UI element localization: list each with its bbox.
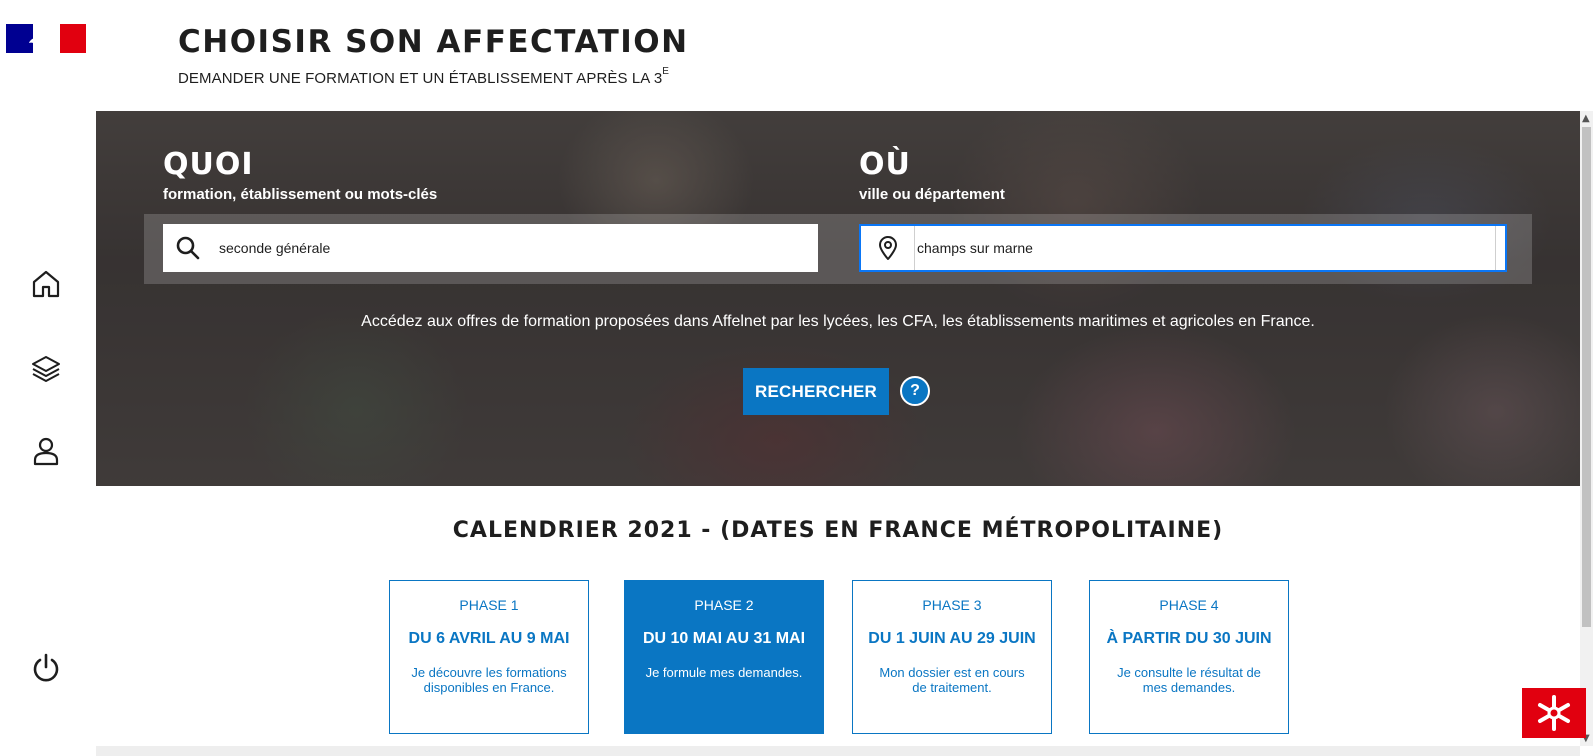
logo-red-band (59, 24, 86, 53)
phase-label: PHASE 2 (694, 597, 754, 613)
phase-card-1[interactable]: PHASE 1 DU 6 AVRIL AU 9 MAI Je découvre … (389, 580, 589, 734)
marianne-logo-icon (29, 30, 48, 49)
where-search-field[interactable] (859, 224, 1507, 272)
calendar-title: CALENDRIER 2021 - (DATES EN FRANCE MÉTRO… (452, 518, 1224, 543)
what-search-field[interactable] (163, 224, 818, 272)
what-title: QUOI (163, 147, 254, 182)
logo-blue-band (6, 24, 48, 53)
phase-dates: DU 10 MAI AU 31 MAI (642, 630, 806, 647)
scroll-up-icon[interactable]: ▲ (1582, 113, 1590, 124)
page-subtitle-sup: E (662, 66, 670, 77)
search-button[interactable]: RECHERCHER (743, 368, 889, 415)
where-field-end (1495, 226, 1505, 270)
page-subtitle-text: DEMANDER UNE FORMATION ET UN ÉTABLISSEME… (178, 70, 663, 87)
bottom-strip (96, 746, 1580, 756)
phase-card-3[interactable]: PHASE 3 DU 1 JUIN AU 29 JUIN Mon dossier… (852, 580, 1052, 734)
phase-description: Je consulte le résultat de mes demandes. (1117, 665, 1261, 695)
phase-card-4[interactable]: PHASE 4 À PARTIR DU 30 JUIN Je consulte … (1089, 580, 1289, 734)
phase-label: PHASE 1 (459, 597, 519, 613)
nav-home-button[interactable] (24, 262, 68, 306)
location-pin-icon (861, 226, 915, 270)
help-asterisk-icon (1538, 695, 1570, 731)
power-icon (33, 653, 59, 682)
what-subtitle: formation, établissement ou mots-clés (163, 186, 438, 203)
help-widget-button[interactable] (1522, 688, 1586, 738)
phase-dates: DU 1 JUIN AU 29 JUIN (868, 630, 1036, 647)
where-subtitle: ville ou département (859, 186, 1005, 203)
phase-description: Je découvre les formations disponibles e… (411, 665, 567, 695)
nav-account-button[interactable] (24, 429, 68, 473)
what-search-input[interactable] (213, 224, 818, 272)
search-hero-content: QUOI formation, établissement ou mots-cl… (96, 111, 1580, 486)
search-hero: QUOI formation, établissement ou mots-cl… (96, 111, 1580, 486)
search-icon (163, 224, 213, 272)
marianne-logo[interactable] (6, 24, 86, 53)
page-title: CHOISIR SON AFFECTATION (178, 24, 689, 60)
page-subtitle: DEMANDER UNE FORMATION ET UN ÉTABLISSEME… (178, 66, 670, 87)
phase-label: PHASE 3 (922, 597, 982, 613)
where-title: OÙ (859, 147, 911, 182)
scrollbar-thumb[interactable] (1582, 127, 1591, 627)
phase-dates: DU 6 AVRIL AU 9 MAI (408, 630, 570, 647)
phase-dates: À PARTIR DU 30 JUIN (1106, 630, 1272, 647)
phase-description: Mon dossier est en cours de traitement. (879, 665, 1025, 695)
search-help-button[interactable]: ? (900, 376, 930, 406)
nav-formations-button[interactable] (24, 346, 68, 390)
phase-card-2[interactable]: PHASE 2 DU 10 MAI AU 31 MAI Je formule m… (624, 580, 824, 734)
user-icon (33, 437, 59, 466)
home-icon (32, 270, 60, 298)
where-search-input[interactable] (915, 226, 1495, 270)
phase-label: PHASE 4 (1159, 597, 1219, 613)
phase-description: Je formule mes demandes. (645, 665, 803, 680)
page-scrollbar[interactable]: ▲ ▼ (1580, 111, 1593, 746)
layers-icon (32, 356, 60, 382)
nav-logout-button[interactable] (24, 646, 68, 690)
search-description: Accédez aux offres de formation proposée… (361, 313, 1315, 330)
